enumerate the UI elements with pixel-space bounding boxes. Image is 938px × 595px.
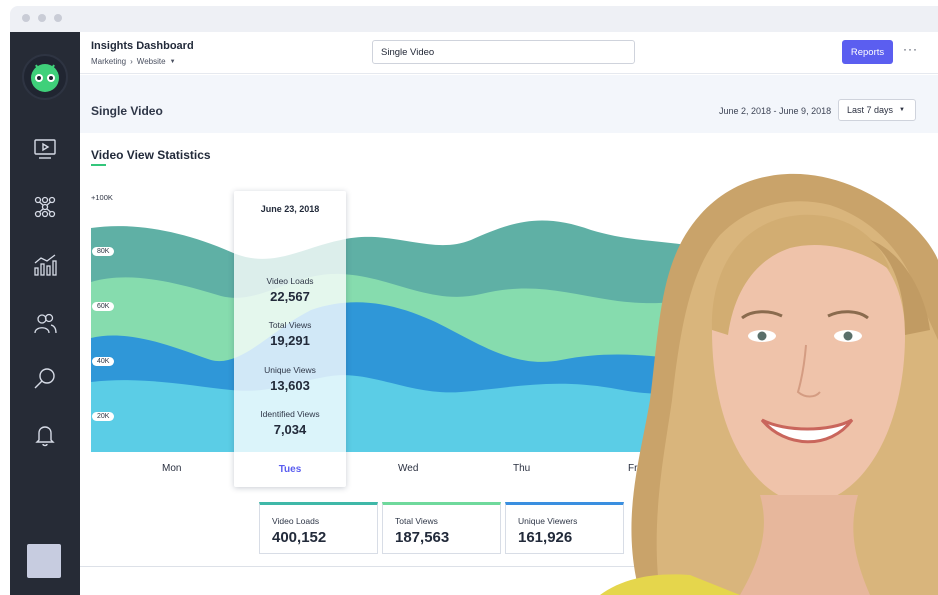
app-window: Insights Dashboard Marketing › Website ▼… [0,0,938,595]
presenter-photo [600,173,938,595]
